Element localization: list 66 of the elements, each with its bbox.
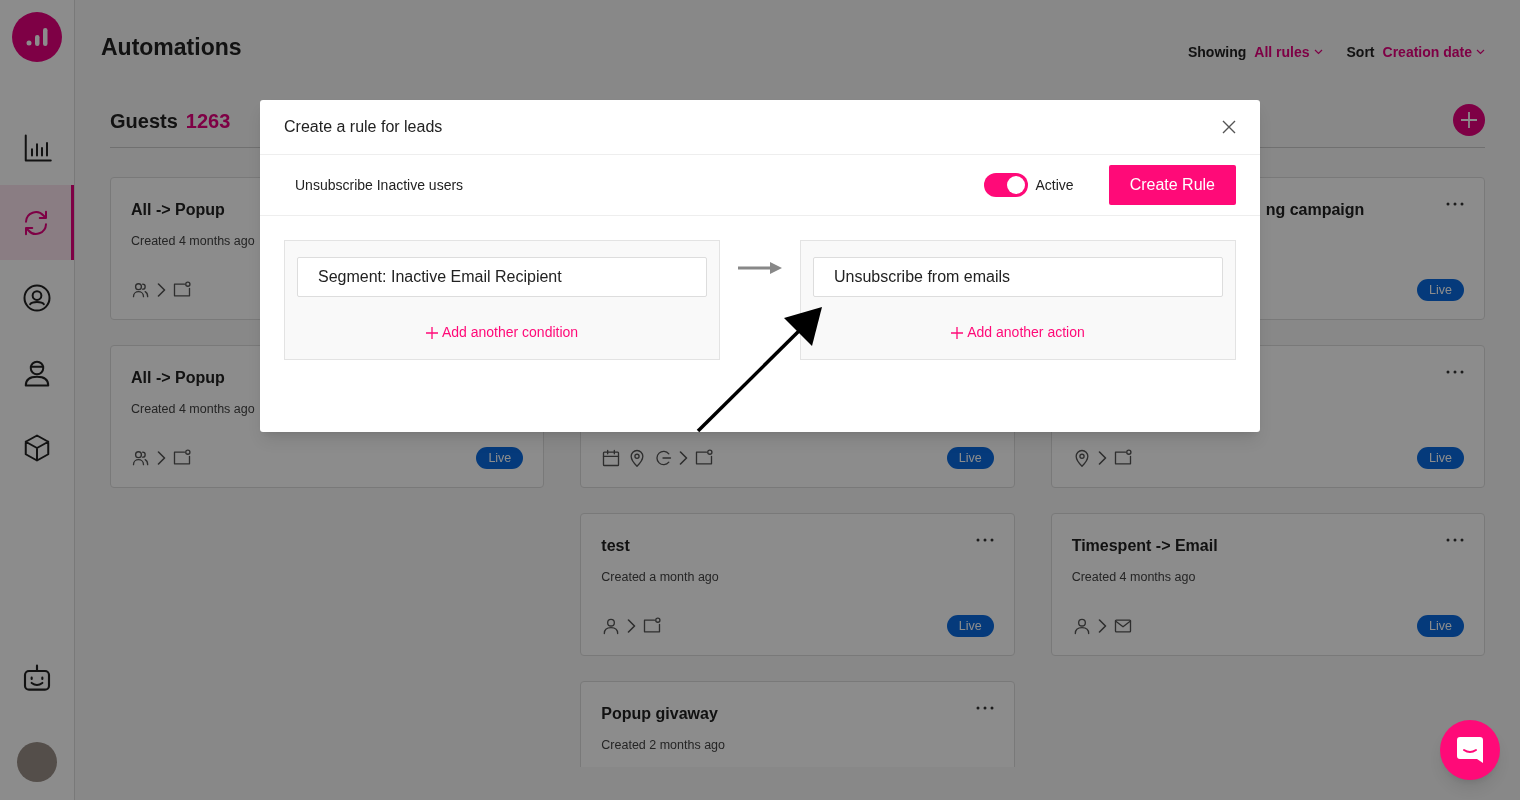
automation-card[interactable]: Popup givaway Created 2 months ago bbox=[580, 681, 1015, 767]
popup-window-icon bbox=[1112, 448, 1133, 468]
bar-chart-icon bbox=[22, 132, 52, 163]
create-rule-button[interactable]: Create Rule bbox=[1108, 165, 1236, 205]
app-logo[interactable] bbox=[12, 12, 62, 62]
chevron-right-icon bbox=[157, 283, 166, 297]
popup-window-icon bbox=[642, 616, 663, 636]
add-link[interactable]: Add another condition bbox=[425, 322, 579, 343]
active-toggle[interactable] bbox=[983, 173, 1028, 197]
add-link[interactable]: Add another action bbox=[951, 322, 1085, 343]
chevron-right-icon bbox=[157, 451, 166, 465]
rule-field[interactable]: Segment: Inactive Email Recipient bbox=[297, 257, 707, 297]
page-title: Automations bbox=[101, 32, 242, 62]
dialog-title: Create a rule for leads bbox=[284, 117, 443, 137]
popup-window-icon bbox=[172, 448, 192, 468]
automation-card[interactable]: Timespent -> Email Created 4 months ago Live bbox=[1050, 513, 1485, 656]
people-icon bbox=[131, 280, 151, 300]
created-date: Created a month ago bbox=[601, 570, 719, 584]
chat-button[interactable] bbox=[1440, 720, 1500, 780]
chevron-right-icon bbox=[1097, 451, 1107, 465]
filter-dropdown[interactable]: All rules bbox=[1254, 41, 1323, 63]
created-date: Created 2 months ago bbox=[601, 738, 726, 752]
status-badge: Live bbox=[476, 446, 524, 470]
filter-dropdown[interactable]: Creation date bbox=[1382, 41, 1485, 63]
guest-count: 1263 bbox=[185, 108, 231, 134]
section-title: Guests bbox=[110, 108, 178, 134]
right-arrow-icon bbox=[738, 260, 782, 276]
automation-card[interactable]: test Created a month ago Live bbox=[580, 513, 1015, 656]
popup-window-icon bbox=[694, 448, 715, 468]
status-badge: Live bbox=[946, 446, 994, 470]
chevron-right-icon bbox=[627, 619, 637, 633]
avatar[interactable] bbox=[17, 742, 57, 782]
created-date: Created 4 months ago bbox=[131, 234, 255, 248]
filter-label: Showing bbox=[1187, 42, 1247, 62]
plus-icon bbox=[951, 326, 964, 339]
card-title: Timespent -> Email bbox=[1071, 536, 1218, 556]
caret-icon bbox=[1313, 49, 1323, 55]
status-badge: Live bbox=[1417, 446, 1464, 470]
card-title: All -> Popup bbox=[131, 200, 225, 220]
rule-name: Unsubscribe Inactive users bbox=[295, 175, 465, 195]
add-button[interactable] bbox=[1453, 103, 1485, 136]
chevron-right-icon bbox=[679, 451, 689, 465]
card-title: ng campaign bbox=[1265, 200, 1365, 220]
plus-icon bbox=[1460, 110, 1478, 129]
close-icon[interactable] bbox=[1222, 120, 1236, 134]
cube-icon bbox=[22, 432, 52, 463]
card-title: Popup givaway bbox=[601, 704, 718, 724]
created-date: Created 4 months ago bbox=[131, 402, 255, 416]
chevron-right-icon bbox=[1097, 619, 1107, 633]
people-icon bbox=[131, 448, 151, 468]
status-badge: Live bbox=[946, 614, 994, 638]
filter-label: Sort bbox=[1346, 42, 1375, 62]
circle-arrow-icon bbox=[653, 448, 674, 468]
status-badge: Live bbox=[1417, 278, 1464, 302]
plus-icon bbox=[425, 326, 438, 339]
caret-icon bbox=[1476, 49, 1485, 55]
calendar-icon bbox=[601, 448, 622, 468]
card-title: All -> Popup bbox=[131, 368, 225, 388]
chat-icon bbox=[1455, 735, 1485, 765]
card-title: test bbox=[601, 536, 630, 556]
popup-window-icon bbox=[172, 280, 192, 300]
created-date: Created 4 months ago bbox=[1071, 570, 1196, 584]
user-circle-icon bbox=[22, 282, 52, 313]
rule-field[interactable]: Unsubscribe from emails bbox=[813, 257, 1223, 297]
nav-item[interactable] bbox=[0, 185, 74, 260]
status-badge: Live bbox=[1417, 614, 1464, 638]
